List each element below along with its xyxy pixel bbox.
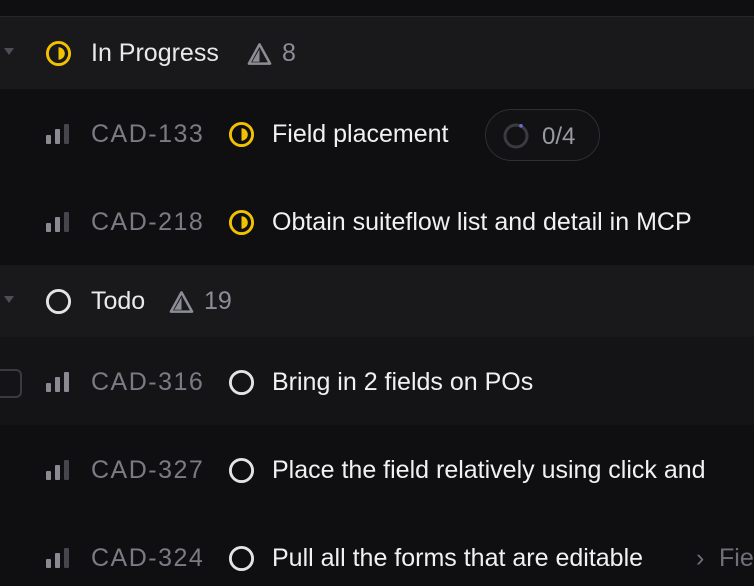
issue-id: CAD-218 — [91, 208, 205, 236]
group-label: Todo — [91, 287, 146, 315]
chevron-down-icon[interactable] — [4, 48, 14, 55]
issue-row[interactable]: CAD-327 Place the field relatively using… — [0, 425, 754, 513]
priority-bars-icon[interactable] — [45, 372, 73, 392]
group-label: In Progress — [91, 39, 219, 67]
progress-spinner-icon — [503, 123, 529, 149]
priority-bars-icon[interactable] — [45, 212, 73, 232]
todo-status-icon[interactable] — [228, 545, 255, 572]
in-progress-status-icon[interactable] — [228, 121, 255, 148]
issue-id: CAD-327 — [91, 456, 205, 484]
issue-row[interactable]: CAD-316 Bring in 2 fields on POs — [0, 337, 754, 425]
issue-id: CAD-316 — [91, 368, 205, 396]
group-count: 8 — [282, 39, 296, 67]
in-progress-status-icon[interactable] — [228, 209, 255, 236]
row-checkbox[interactable] — [0, 369, 22, 398]
issue-title[interactable]: Bring in 2 fields on POs — [272, 368, 533, 397]
issue-row[interactable]: CAD-324 Pull all the forms that are edit… — [0, 513, 754, 586]
todo-status-icon — [45, 288, 72, 315]
priority-bars-icon[interactable] — [45, 124, 73, 144]
group-header-todo[interactable]: Todo 19 — [0, 265, 754, 337]
todo-status-icon[interactable] — [228, 457, 255, 484]
todo-status-icon[interactable] — [228, 369, 255, 396]
group-count: 19 — [204, 287, 232, 315]
group-header-in-progress[interactable]: In Progress 8 — [0, 17, 754, 89]
triangle-count-icon — [247, 43, 272, 65]
triangle-count-icon — [169, 291, 194, 313]
issue-row[interactable]: CAD-133 Field placement 0/4 — [0, 89, 754, 177]
chevron-down-icon[interactable] — [4, 296, 14, 303]
issue-title[interactable]: Place the field relatively using click a… — [272, 456, 706, 485]
issue-list-screen: In Progress 8 CAD-133 Field placement 0/… — [0, 0, 754, 586]
issue-title[interactable]: Obtain suiteflow list and detail in MCP — [272, 208, 692, 237]
priority-bars-icon[interactable] — [45, 548, 73, 568]
chevron-right-icon: › — [696, 544, 705, 572]
priority-bars-icon[interactable] — [45, 460, 73, 480]
issue-id: CAD-133 — [91, 120, 205, 148]
issue-row[interactable]: CAD-218 Obtain suiteflow list and detail… — [0, 177, 754, 265]
issue-id: CAD-324 — [91, 544, 205, 572]
issue-title[interactable]: Pull all the forms that are editable — [272, 544, 643, 573]
in-progress-status-icon — [45, 40, 72, 67]
subtask-progress-badge[interactable]: 0/4 — [485, 109, 600, 161]
parent-issue-breadcrumb[interactable]: Fie — [719, 544, 754, 573]
issue-title[interactable]: Field placement — [272, 120, 448, 149]
subtask-count: 0/4 — [542, 123, 576, 150]
